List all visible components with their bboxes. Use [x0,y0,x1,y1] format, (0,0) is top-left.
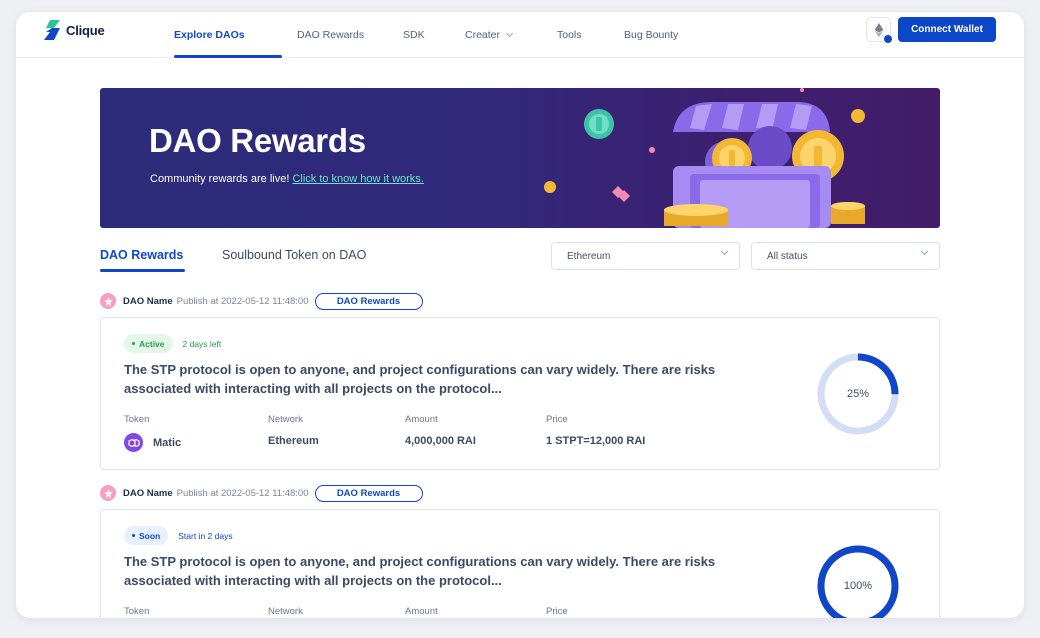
time-left: 2 days left [182,338,222,349]
banner-title: DAO Rewards [149,122,366,159]
network-switch-button[interactable] [866,17,893,44]
start-time: Start in 2 days [178,530,233,541]
price-label: Price [546,414,568,425]
active-tab-indicator [100,269,185,272]
reward-meta-row: DAO Name Publish at 2022-05-12 11:48:00 … [100,292,423,310]
status-row: Soon Start in 2 days [124,526,233,545]
logo[interactable]: Clique [44,20,105,40]
dao-name[interactable]: DAO Name [123,296,173,307]
status-select[interactable]: All status [751,242,940,270]
connect-wallet-button[interactable]: Connect Wallet [898,17,996,42]
publish-date: Publish at 2022-05-12 11:48:00 [176,487,309,499]
dao-name[interactable]: DAO Name [123,488,173,499]
progress-percent: 100% [843,580,873,592]
nav-explore-daos[interactable]: Explore DAOs [174,12,282,58]
clique-logo-icon [44,20,62,40]
reward-description: The STP protocol is open to anyone, and … [124,554,716,588]
star-icon [103,488,113,498]
price-label: Price [546,606,568,617]
reward-type-tag: DAO Rewards [314,484,423,502]
progress-ring: 25% [816,352,900,436]
amount-label: Amount [405,414,438,425]
app-window: Clique Explore DAOs DAO Rewards SDK Crea… [16,12,1024,618]
network-value: Ethereum [268,435,319,447]
amount-label: Amount [405,606,438,617]
status-badge: Soon [124,526,169,545]
chevron-down-icon [505,29,514,38]
nav-links: Explore DAOs DAO Rewards SDK Creater Too… [158,12,714,58]
logo-text: Clique [66,22,105,38]
tab-dao-rewards[interactable]: DAO Rewards [100,248,183,262]
reward-description: The STP protocol is open to anyone, and … [124,362,716,396]
rewards-banner: DAO Rewards Community rewards are live! … [100,88,940,228]
banner-subtitle: Community rewards are live! Click to kno… [150,173,424,185]
progress-ring: 100% [816,544,900,618]
network-label: Network [268,606,303,617]
tab-soulbound-token[interactable]: Soulbound Token on DAO [222,248,366,262]
nav-creater[interactable]: Creater [465,12,557,58]
token-label: Token [124,414,150,425]
token-label: Token [124,606,150,617]
network-label: Network [268,414,303,425]
reward-card[interactable]: Soon Start in 2 days The STP protocol is… [100,509,940,618]
nav-tools[interactable]: Tools [557,12,624,58]
dao-avatar[interactable] [100,293,116,309]
status-badge: Active [124,334,173,353]
star-icon [103,296,113,306]
token-value: Matic [124,433,181,452]
nav-dao-rewards[interactable]: DAO Rewards [297,12,403,58]
price-value: 1 STPT=12,000 RAI [546,435,646,447]
reward-card[interactable]: Active 2 days left The STP protocol is o… [100,317,940,470]
dao-avatar[interactable] [100,485,116,501]
progress-percent: 25% [846,388,870,400]
how-it-works-link[interactable]: Click to know how it works. [292,173,423,185]
matic-token-icon [124,433,143,452]
publish-date: Publish at 2022-05-12 11:48:00 [176,295,309,307]
nav-sdk[interactable]: SDK [403,12,465,58]
reward-meta-row: DAO Name Publish at 2022-05-12 11:48:00 … [100,484,423,502]
chevron-down-icon [720,247,729,256]
status-row: Active 2 days left [124,334,221,353]
top-nav: Clique Explore DAOs DAO Rewards SDK Crea… [16,12,1024,58]
ethereum-icon [874,22,883,37]
network-badge-icon [883,34,893,44]
network-select[interactable]: Ethereum [551,242,740,270]
reward-type-tag: DAO Rewards [314,292,423,310]
nav-bug-bounty[interactable]: Bug Bounty [624,12,714,58]
chevron-down-icon [920,247,929,256]
amount-value: 4,000,000 RAI [405,435,476,447]
